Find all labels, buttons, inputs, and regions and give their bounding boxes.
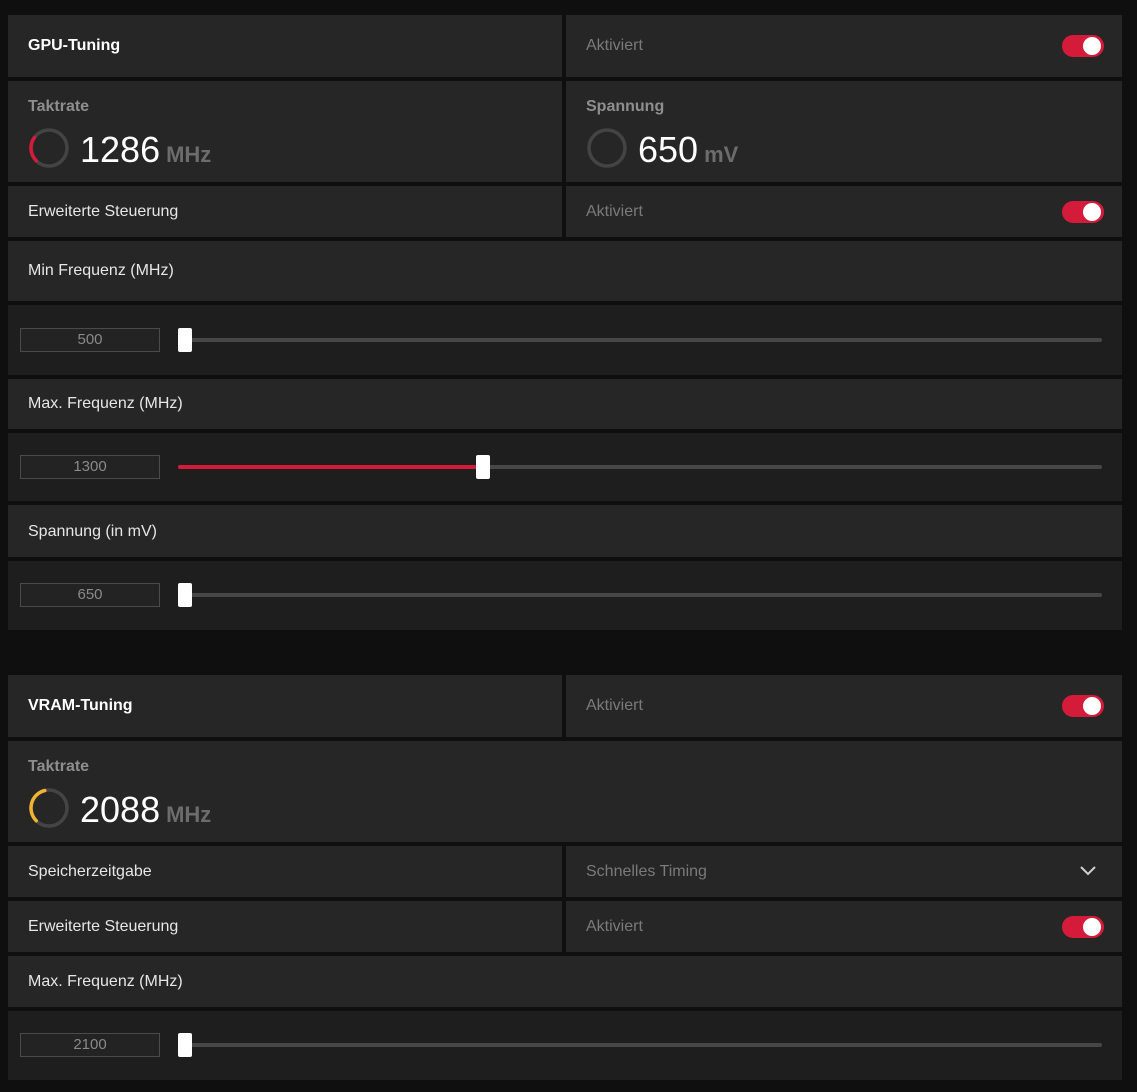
gauge-arc <box>29 788 47 823</box>
gpu-tuning-status: Aktiviert <box>586 37 643 54</box>
slider-fill <box>178 465 476 469</box>
toggle-knob <box>1083 203 1101 221</box>
gpu-tuning-toggle[interactable] <box>1062 35 1104 57</box>
gpu-clock-metric: Taktrate 1286 MHz <box>8 81 562 182</box>
gpu-voltage-slider-row: 650 <box>8 561 1122 630</box>
gpu-max-freq-slider[interactable] <box>178 455 1102 479</box>
gpu-max-freq-slider-row: 1300 <box>8 433 1122 501</box>
gpu-voltage-unit: mV <box>704 142 739 167</box>
gpu-clock-unit: MHz <box>166 142 212 167</box>
gpu-metrics-row: Taktrate 1286 MHz Spannung 650 mV <box>8 81 1122 182</box>
vram-max-freq-slider[interactable] <box>178 1033 1102 1057</box>
slider-thumb[interactable] <box>178 1033 192 1057</box>
gpu-min-freq-slider-row: 500 <box>8 305 1122 375</box>
gpu-max-freq-input[interactable]: 1300 <box>20 455 160 479</box>
gpu-voltage-input[interactable]: 650 <box>20 583 160 607</box>
vram-clock-unit: MHz <box>166 802 212 827</box>
gauge-arc <box>29 135 39 163</box>
gpu-advanced-status: Aktiviert <box>586 203 643 220</box>
gpu-voltage-gauge-icon <box>587 128 627 168</box>
vram-advanced-label: Erweiterte Steuerung <box>28 918 179 935</box>
vram-tuning-panel: VRAM-Tuning Aktiviert Taktrate 2088 MHz S… <box>8 675 1122 1080</box>
gpu-voltage-label-row: Spannung (in mV) <box>8 505 1122 557</box>
gpu-voltage-metric: Spannung 650 mV <box>566 81 1122 182</box>
gpu-max-freq-label: Max. Frequenz (MHz) <box>28 395 183 412</box>
vram-clock-value: 2088 <box>80 789 161 830</box>
vram-timing-value: Schnelles Timing <box>586 863 707 880</box>
toggle-knob <box>1083 37 1101 55</box>
gauge-track <box>587 128 627 168</box>
vram-tuning-toggle[interactable] <box>1062 695 1104 717</box>
vram-tuning-status: Aktiviert <box>586 697 643 714</box>
gpu-max-freq-slider-cell: 1300 <box>8 433 1122 501</box>
gpu-tuning-panel: GPU-Tuning Aktiviert Taktrate 1286 MHz Sp… <box>8 15 1122 630</box>
gpu-voltage-value-line: 650 mV <box>638 129 738 176</box>
gpu-voltage-slider[interactable] <box>178 583 1102 607</box>
gpu-tuning-title-cell: GPU-Tuning <box>8 15 562 77</box>
slider-thumb[interactable] <box>476 455 490 479</box>
vram-tuning-title-cell: VRAM-Tuning <box>8 675 562 737</box>
toggle-knob <box>1083 918 1101 936</box>
vram-timing-row: Speicherzeitgabe Schnelles Timing <box>8 846 1122 897</box>
chevron-down-icon[interactable] <box>1080 866 1096 876</box>
gpu-advanced-toggle-cell[interactable]: Aktiviert <box>566 186 1122 237</box>
gpu-voltage-setting-label-cell: Spannung (in mV) <box>8 505 1122 557</box>
vram-advanced-row: Erweiterte Steuerung Aktiviert <box>8 901 1122 952</box>
vram-advanced-toggle[interactable] <box>1062 916 1104 938</box>
gpu-advanced-label: Erweiterte Steuerung <box>28 203 179 220</box>
vram-timing-label: Speicherzeitgabe <box>28 863 152 880</box>
gpu-voltage-value: 650 <box>638 129 699 170</box>
gpu-min-freq-label: Min Frequenz (MHz) <box>28 262 174 279</box>
gpu-advanced-toggle[interactable] <box>1062 201 1104 223</box>
gpu-tuning-title: GPU-Tuning <box>28 37 121 54</box>
gpu-clock-value-line: 1286 MHz <box>80 129 211 176</box>
vram-clock-value-line: 2088 MHz <box>80 789 211 836</box>
vram-max-freq-slider-cell: 2100 <box>8 1011 1122 1080</box>
gpu-voltage-setting-label: Spannung (in mV) <box>28 523 157 540</box>
gpu-min-freq-slider[interactable] <box>178 328 1102 352</box>
vram-tuning-header: VRAM-Tuning Aktiviert <box>8 675 1122 737</box>
gpu-voltage-slider-cell: 650 <box>8 561 1122 630</box>
toggle-knob <box>1083 697 1101 715</box>
gpu-max-freq-label-row: Max. Frequenz (MHz) <box>8 379 1122 429</box>
vram-clock-label: Taktrate <box>28 758 90 775</box>
vram-metrics-row: Taktrate 2088 MHz <box>8 741 1122 842</box>
gpu-min-freq-input[interactable]: 500 <box>20 328 160 352</box>
gpu-voltage-label: Spannung <box>586 98 665 115</box>
vram-clock-gauge-icon <box>29 788 69 828</box>
vram-tuning-toggle-cell[interactable]: Aktiviert <box>566 675 1122 737</box>
vram-advanced-toggle-cell[interactable]: Aktiviert <box>566 901 1122 952</box>
gpu-advanced-row: Erweiterte Steuerung Aktiviert <box>8 186 1122 237</box>
vram-max-freq-label-cell: Max. Frequenz (MHz) <box>8 956 1122 1007</box>
gpu-min-freq-label-cell: Min Frequenz (MHz) <box>8 241 1122 301</box>
vram-timing-dropdown[interactable]: Schnelles Timing <box>566 846 1122 897</box>
vram-max-freq-label: Max. Frequenz (MHz) <box>28 973 183 990</box>
vram-tuning-title: VRAM-Tuning <box>28 697 133 714</box>
gpu-clock-value: 1286 <box>80 129 161 170</box>
vram-max-freq-label-row: Max. Frequenz (MHz) <box>8 956 1122 1007</box>
gpu-advanced-label-cell: Erweiterte Steuerung <box>8 186 562 237</box>
gpu-min-freq-label-row: Min Frequenz (MHz) <box>8 241 1122 301</box>
gpu-max-freq-label-cell: Max. Frequenz (MHz) <box>8 379 1122 429</box>
vram-advanced-status: Aktiviert <box>586 918 643 935</box>
vram-clock-metric: Taktrate 2088 MHz <box>8 741 1122 842</box>
vram-advanced-label-cell: Erweiterte Steuerung <box>8 901 562 952</box>
gpu-clock-label: Taktrate <box>28 98 90 115</box>
gpu-tuning-header: GPU-Tuning Aktiviert <box>8 15 1122 77</box>
vram-max-freq-input[interactable]: 2100 <box>20 1033 160 1057</box>
gpu-min-freq-slider-cell: 500 <box>8 305 1122 375</box>
vram-timing-label-cell: Speicherzeitgabe <box>8 846 562 897</box>
slider-thumb[interactable] <box>178 328 192 352</box>
gpu-tuning-toggle-cell[interactable]: Aktiviert <box>566 15 1122 77</box>
vram-max-freq-slider-row: 2100 <box>8 1011 1122 1080</box>
slider-thumb[interactable] <box>178 583 192 607</box>
gpu-clock-gauge-icon <box>29 128 69 168</box>
